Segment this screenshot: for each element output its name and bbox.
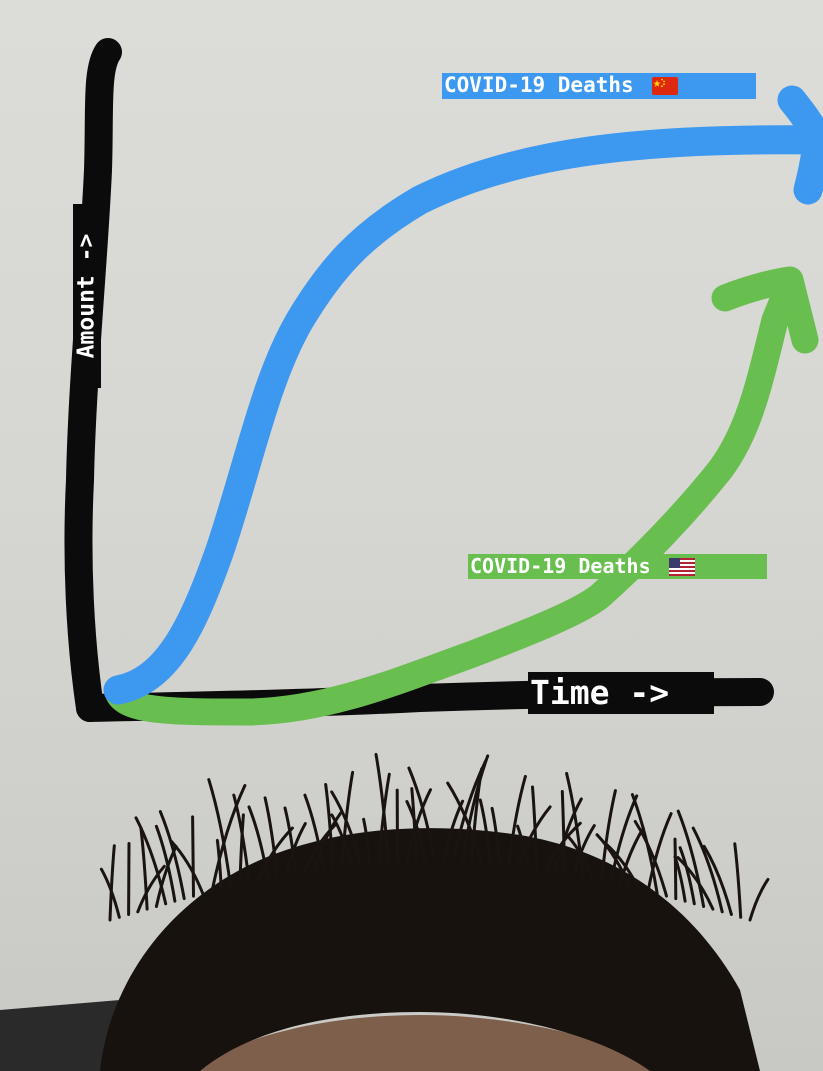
y-axis-label-text: Amount -> [73,233,100,359]
china-deaths-curve [103,125,823,705]
china-deaths-label: COVID-19 Deaths [442,73,756,99]
hair-strand [108,844,116,922]
us-deaths-curve [104,268,804,726]
hair-strand [733,842,743,919]
us-deaths-label: COVID-19 Deaths [468,554,767,579]
china-deaths-label-text: COVID-19 Deaths [444,73,634,97]
hair-strand [702,844,733,916]
hair-strand [673,837,678,901]
hand-drawn-graph [0,38,823,1071]
us-flag-icon [668,558,695,576]
hair-strand [748,877,770,922]
x-axis-label-text: Time -> [530,673,670,712]
x-axis-label: Time -> [528,672,714,714]
y-axis-label: Amount -> [73,204,101,388]
hair-strand [169,839,205,896]
china-flag-icon [652,77,679,95]
us-deaths-label-text: COVID-19 Deaths [470,554,651,578]
photo-scene: COVID-19 Deaths COVID-19 Deaths Time -> … [0,0,823,1071]
hair-strand [191,815,195,898]
